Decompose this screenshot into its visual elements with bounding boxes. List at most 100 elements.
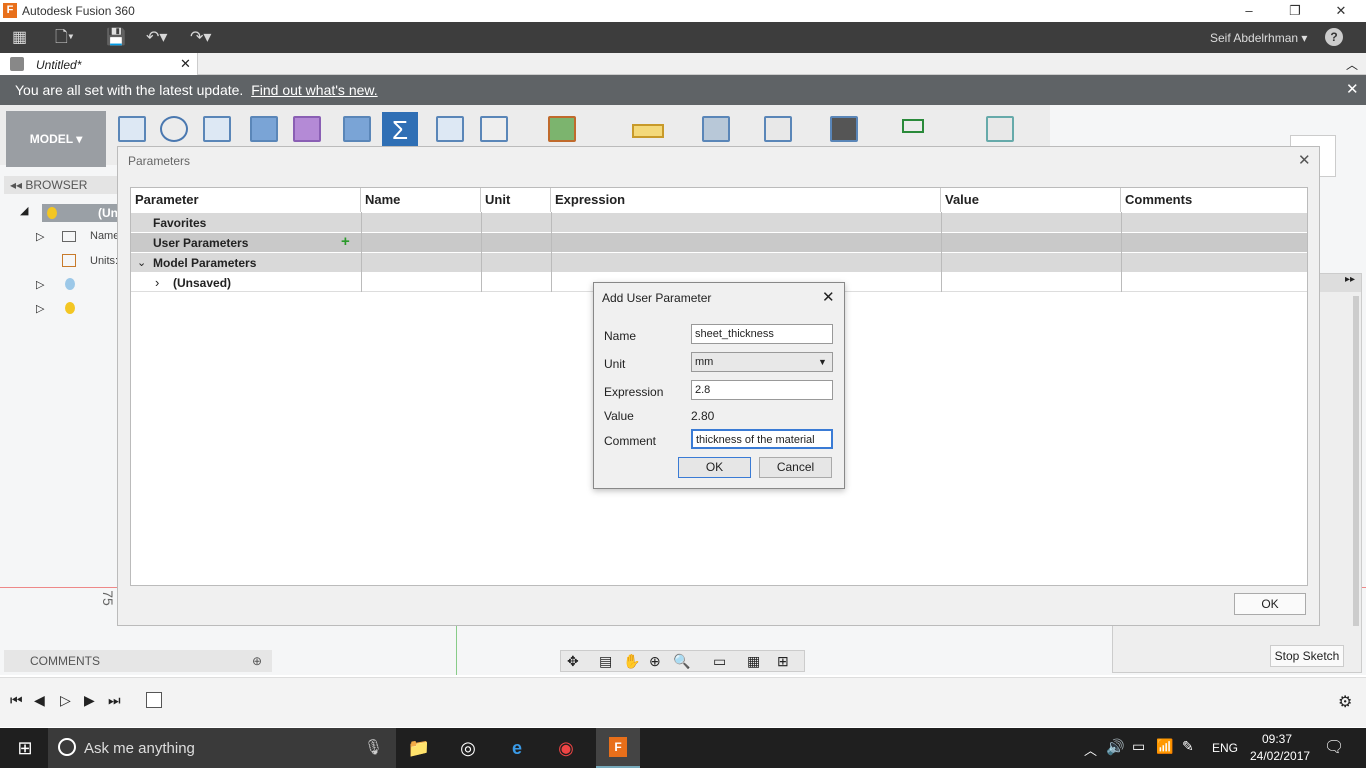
ok-button[interactable]: OK (678, 457, 751, 478)
table-row[interactable]: ⌄ Model Parameters (131, 252, 1307, 272)
parameters-sigma-icon[interactable]: Σ (382, 112, 418, 148)
clock-time[interactable]: 09:37 (1262, 732, 1292, 746)
clock-date[interactable]: 24/02/2017 (1250, 749, 1310, 763)
minimize-button[interactable]: – (1226, 0, 1272, 22)
visibility-bulb-icon[interactable] (65, 278, 75, 290)
gear-icon[interactable]: ⚙ (1338, 692, 1352, 712)
form-icon[interactable] (293, 116, 321, 142)
viewports-icon[interactable]: ⊞ (777, 653, 789, 670)
wifi-icon[interactable]: 📶 (1156, 738, 1173, 755)
unit-select[interactable]: mm ▼ (691, 352, 833, 372)
sheet-metal-icon[interactable] (986, 116, 1014, 142)
save-icon[interactable]: 💾 (106, 27, 126, 49)
new-component-icon[interactable] (436, 116, 464, 142)
volume-icon[interactable]: 🔊 (1106, 738, 1125, 756)
restore-button[interactable]: ❐ (1272, 0, 1318, 22)
table-row[interactable]: User Parameters + (131, 232, 1307, 252)
expression-field[interactable]: 2.8 (691, 380, 833, 400)
name-field[interactable]: sheet_thickness (691, 324, 833, 344)
parameters-ok-button[interactable]: OK (1234, 593, 1306, 615)
go-to-end-icon[interactable]: ⏭ (108, 692, 121, 709)
display-settings-icon[interactable]: ▭ (713, 653, 726, 670)
close-tab-icon[interactable]: ✕ (180, 56, 191, 72)
press-pull-icon[interactable] (343, 116, 371, 142)
step-forward-icon[interactable]: ▶ (84, 692, 95, 709)
fusion-taskbar-icon[interactable]: F (596, 728, 640, 768)
battery-icon[interactable]: ▭ (1132, 738, 1145, 755)
col-expression[interactable]: Expression (551, 188, 941, 212)
select-window-icon[interactable] (902, 119, 924, 133)
add-user-parameter-icon[interactable]: + (341, 233, 350, 250)
sketch-feature-icon[interactable] (146, 692, 162, 708)
table-row[interactable]: Favorites (131, 212, 1307, 232)
collapse-triangle-icon[interactable]: ◢ (20, 204, 28, 217)
user-menu[interactable]: Seif Abdelrhman ▾ (1210, 31, 1307, 45)
chrome-icon[interactable]: ◉ (553, 736, 579, 760)
close-dialog-icon[interactable]: ✕ (822, 288, 835, 306)
cancel-button[interactable]: Cancel (759, 457, 832, 478)
pan-icon[interactable]: ✋ (623, 653, 640, 670)
joint-icon[interactable] (480, 116, 508, 142)
media-app-icon[interactable]: ◎ (455, 736, 481, 760)
create-sketch-icon[interactable] (118, 116, 146, 142)
edge-browser-icon[interactable]: e (504, 736, 530, 760)
close-window-button[interactable]: ✕ (1318, 0, 1364, 22)
comment-field[interactable]: thickness of the material (691, 429, 833, 449)
tab-untitled[interactable]: Untitled* ✕ (0, 53, 198, 75)
language-indicator[interactable]: ENG (1212, 741, 1238, 755)
visibility-bulb-icon[interactable] (65, 302, 75, 314)
construct-icon[interactable] (548, 116, 576, 142)
sketch-curve-icon[interactable] (160, 116, 188, 142)
col-comments[interactable]: Comments (1121, 188, 1307, 212)
grid-settings-icon[interactable]: ▦ (747, 653, 760, 670)
col-name[interactable]: Name (361, 188, 481, 212)
look-at-icon[interactable]: ▤ (599, 653, 612, 670)
make-3d-print-icon[interactable] (764, 116, 792, 142)
units-label: Units: (90, 255, 119, 267)
rectangle-icon[interactable] (203, 116, 231, 142)
fit-icon[interactable]: 🔍 (673, 653, 690, 670)
measure-icon[interactable] (632, 124, 664, 138)
expand-triangle-icon[interactable]: ▷ (36, 278, 44, 291)
browser-header[interactable]: ◂◂ BROWSER (4, 176, 119, 194)
pen-icon[interactable]: ✎ (1182, 738, 1194, 755)
chevron-down-icon[interactable]: ⌄ (137, 256, 146, 269)
file-explorer-icon[interactable]: 📁 (406, 736, 432, 760)
redo-icon[interactable]: ↷▾ (190, 27, 211, 49)
help-icon[interactable]: ? (1325, 28, 1343, 46)
expand-triangle-icon[interactable]: ▷ (36, 230, 44, 243)
col-parameter[interactable]: Parameter (131, 188, 361, 212)
add-comment-icon[interactable]: ⊕ (252, 650, 262, 672)
comments-panel[interactable]: COMMENTS ⊕ (4, 650, 272, 672)
col-unit[interactable]: Unit (481, 188, 551, 212)
file-menu-icon[interactable]: 🗋▾ (55, 27, 74, 49)
chevron-up-icon[interactable]: ︿ (1346, 56, 1358, 73)
stop-sketch-button[interactable]: Stop Sketch (1270, 645, 1344, 667)
whats-new-link[interactable]: Find out what's new. (251, 82, 377, 98)
microphone-icon[interactable]: 🎙 (364, 738, 383, 756)
close-notice-icon[interactable]: ✕ (1346, 75, 1359, 105)
extrude-icon[interactable] (250, 116, 278, 142)
windows-taskbar: ⊞ Ask me anything 🎙 📁 ◎ e ◉ F ︿ 🔊 ▭ 📶 ✎ … (0, 728, 1366, 768)
close-dialog-icon[interactable]: ✕ (1298, 151, 1311, 169)
play-icon[interactable]: ▷ (60, 692, 71, 709)
workspace-mode-button[interactable]: MODEL ▾ (6, 111, 106, 167)
scripts-icon[interactable] (830, 116, 858, 142)
chevron-right-icon[interactable]: › (155, 275, 159, 290)
undo-icon[interactable]: ↶▾ (146, 27, 167, 49)
insert-image-icon[interactable] (702, 116, 730, 142)
col-value[interactable]: Value (941, 188, 1121, 212)
cortana-search-box[interactable]: Ask me anything 🎙 (48, 728, 396, 768)
expand-triangle-icon[interactable]: ▷ (36, 302, 44, 315)
go-to-start-icon[interactable]: ⏮ (10, 692, 23, 709)
visibility-bulb-icon[interactable] (47, 207, 57, 219)
orbit-icon[interactable]: ✥ (567, 653, 579, 670)
windows-start-icon[interactable]: ⊞ (12, 736, 38, 760)
scrollbar[interactable] (1353, 296, 1359, 626)
data-panel-grid-icon[interactable]: ▦ (12, 27, 27, 49)
action-center-icon[interactable]: 🗨 (1324, 737, 1344, 757)
tray-chevron-up-icon[interactable]: ︿ (1084, 740, 1097, 759)
step-back-icon[interactable]: ◀ (34, 692, 45, 709)
named-views-label: Name (90, 230, 120, 242)
zoom-icon[interactable]: ⊕ (649, 653, 661, 670)
